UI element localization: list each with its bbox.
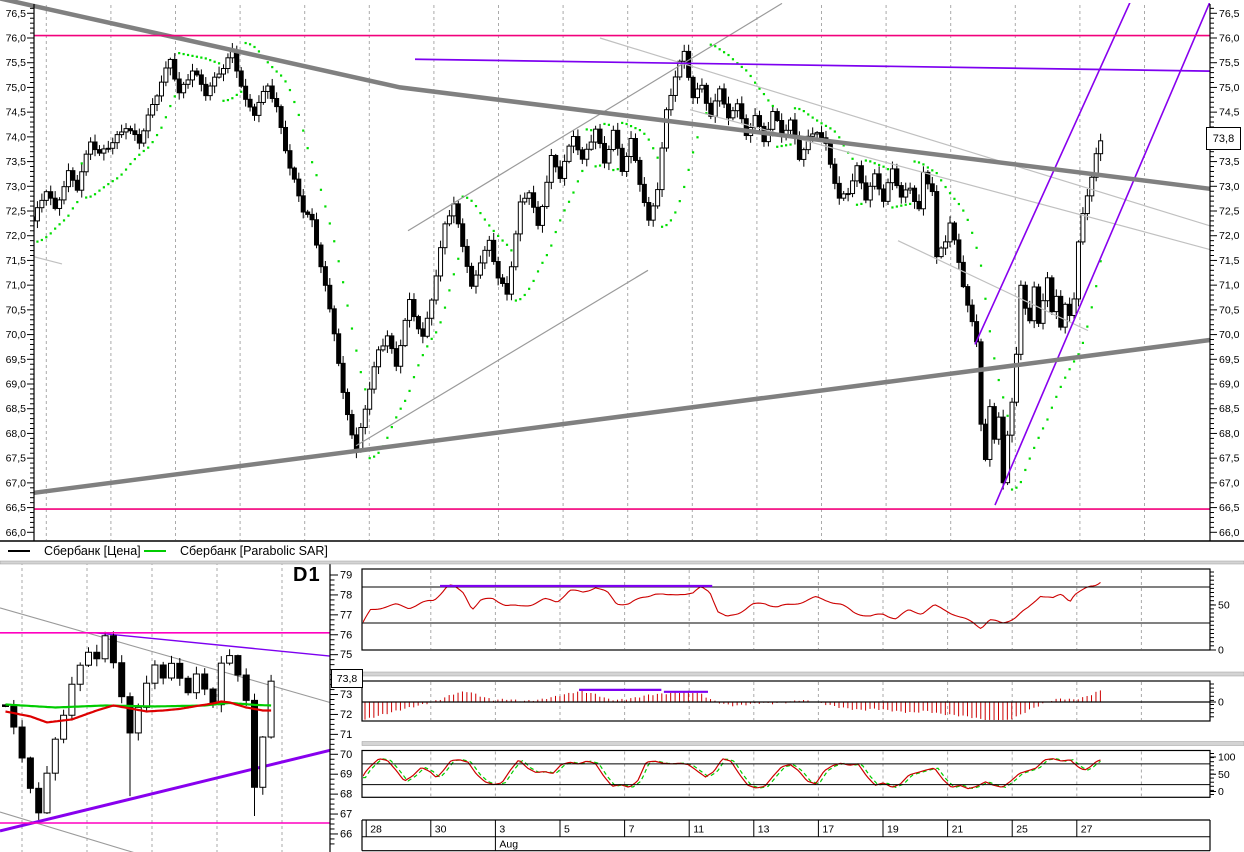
- main-axis-label-right: 71,5: [1219, 255, 1240, 267]
- panel-axis-label: 0: [1218, 645, 1224, 657]
- main-axis-label-left: 72,0: [6, 230, 27, 242]
- mini-axis-label: 69: [340, 769, 352, 781]
- legend-item-price[interactable]: Сбербанк [Цена]: [8, 542, 141, 560]
- main-axis-label-right: 75,0: [1219, 82, 1240, 94]
- main-axis-label-right: 72,5: [1219, 206, 1240, 218]
- main-axis-label-left: 68,5: [6, 403, 27, 415]
- separator-mid2: [362, 742, 1244, 746]
- main-axis-label-left: 67,5: [6, 453, 27, 465]
- mini-axis-label: 71: [340, 729, 352, 741]
- panel-axis-label: 50: [1218, 769, 1230, 781]
- main-axis-label-left: 69,5: [6, 354, 27, 366]
- date-label: 27: [1081, 824, 1093, 836]
- mini-last-price-box: 73,8: [331, 669, 363, 688]
- main-axis-label-left: 66,0: [6, 527, 27, 539]
- date-label: 28: [370, 824, 382, 836]
- main-axis-label-left: 71,0: [6, 280, 27, 292]
- date-label: 19: [887, 824, 899, 836]
- mini-axis-label: 70: [340, 749, 352, 761]
- main-axis-label-left: 67,0: [6, 477, 27, 489]
- rsi-line: [363, 582, 1101, 628]
- legend: Сбербанк [Цена] Сбербанк [Parabolic SAR]: [0, 542, 1244, 560]
- main-axis-label-left: 71,5: [6, 255, 27, 267]
- rsi-panel[interactable]: 50 0: [362, 569, 1230, 657]
- main-axis-label-right: 73,5: [1219, 156, 1240, 168]
- date-label: 13: [758, 824, 770, 836]
- main-axis-label-left: 74,0: [6, 131, 27, 143]
- main-axis-label-left: 73,0: [6, 181, 27, 193]
- panel-axis-label: 50: [1218, 600, 1230, 612]
- main-axis-label-left: 70,5: [6, 304, 27, 316]
- price-series-swatch: [8, 550, 30, 552]
- main-axis-label-left: 74,5: [6, 107, 27, 119]
- legend-sar-label: Сбербанк [Parabolic SAR]: [180, 544, 328, 558]
- main-axis-label-left: 66,5: [6, 502, 27, 514]
- main-axis-label-right: 75,5: [1219, 57, 1240, 69]
- date-label: 3: [499, 824, 505, 836]
- main-chart-plot[interactable]: [0, 0, 1222, 540]
- main-axis-label-right: 69,0: [1219, 379, 1240, 391]
- main-axis-label-right: 70,5: [1219, 304, 1240, 316]
- main-axis-label-left: 73,5: [6, 156, 27, 168]
- sar-series-swatch: [144, 550, 166, 552]
- mini-axis-label: 76: [340, 629, 352, 641]
- date-label: 17: [822, 824, 834, 836]
- panel-axis-label: 0: [1218, 697, 1224, 709]
- trading-terminal-window: 76,5 76,5 76,0 76,0 75,5 75,5 75,0 75,0 74,5 74,5…: [0, 0, 1244, 852]
- main-axis-label-left: 72,5: [6, 206, 27, 218]
- main-axis-label-left: 76,0: [6, 33, 27, 45]
- main-axis-label-right: 72,0: [1219, 230, 1240, 242]
- panel-axis-label: 0: [1218, 786, 1224, 798]
- main-last-price-box: 73,8: [1206, 127, 1241, 150]
- mini-axis-label: 72: [340, 709, 352, 721]
- mini-axis-label: 77: [340, 609, 352, 621]
- mini-price-axis: 79 78 77 76 75 73 72 71 70 69 68 67 66: [330, 562, 352, 852]
- main-axis-label-right: 68,0: [1219, 428, 1240, 440]
- mini-axis-label: 78: [340, 589, 352, 601]
- chart-canvas[interactable]: 76,5 76,5 76,0 76,0 75,5 75,5 75,0 75,0 74,5 74,5…: [0, 0, 1244, 852]
- main-axis-label-right: 67,5: [1219, 453, 1240, 465]
- date-label: 25: [1016, 824, 1028, 836]
- main-axis-label-right: 66,5: [1219, 502, 1240, 514]
- main-axis-label-left: 76,5: [6, 8, 27, 20]
- macd-panel[interactable]: 0: [362, 681, 1224, 722]
- main-axis-label-right: 67,0: [1219, 477, 1240, 489]
- date-label: 5: [564, 824, 570, 836]
- date-label: 30: [435, 824, 447, 836]
- mini-axis-label: 68: [340, 789, 352, 801]
- month-label: Aug: [499, 839, 518, 851]
- legend-item-sar[interactable]: Сбербанк [Parabolic SAR]: [144, 542, 328, 560]
- mini-chart-plot[interactable]: [0, 562, 330, 852]
- date-label: 7: [629, 824, 635, 836]
- separator-top: [0, 561, 1244, 564]
- timeframe-label: D1: [293, 564, 321, 587]
- stoch-panel[interactable]: 100 50 0: [362, 751, 1236, 799]
- date-label: 11: [693, 824, 704, 836]
- main-axis-label-right: 74,5: [1219, 107, 1240, 119]
- main-axis-label-right: 71,0: [1219, 280, 1240, 292]
- main-axis-label-right: 68,5: [1219, 403, 1240, 415]
- main-axis-label-left: 68,0: [6, 428, 27, 440]
- main-axis-label-right: 70,0: [1219, 329, 1240, 341]
- main-axis-label-right: 69,5: [1219, 354, 1240, 366]
- main-axis-label-left: 70,0: [6, 329, 27, 341]
- main-axis-label-left: 75,5: [6, 57, 27, 69]
- legend-price-label: Сбербанк [Цена]: [44, 544, 141, 558]
- main-axis-label-left: 69,0: [6, 379, 27, 391]
- main-axis-label-left: 75,0: [6, 82, 27, 94]
- mini-axis-label: 67: [340, 809, 352, 821]
- date-axis: 28 30 3 5 7 11 13 17 19 21 25 27 Aug: [362, 820, 1210, 851]
- mini-axis-label: 79: [340, 570, 352, 582]
- main-axis-label-right: 73,0: [1219, 181, 1240, 193]
- mini-axis-label: 66: [340, 828, 352, 840]
- mini-axis-label: 75: [340, 649, 352, 661]
- main-axis-label-right: 76,0: [1219, 33, 1240, 45]
- mini-axis-label: 73: [340, 689, 352, 701]
- panel-axis-label: 100: [1218, 752, 1236, 764]
- date-label: 21: [952, 824, 964, 836]
- separator-mid1: [362, 672, 1244, 676]
- main-axis-label-right: 76,5: [1219, 8, 1240, 20]
- main-axis-label-right: 66,0: [1219, 527, 1240, 539]
